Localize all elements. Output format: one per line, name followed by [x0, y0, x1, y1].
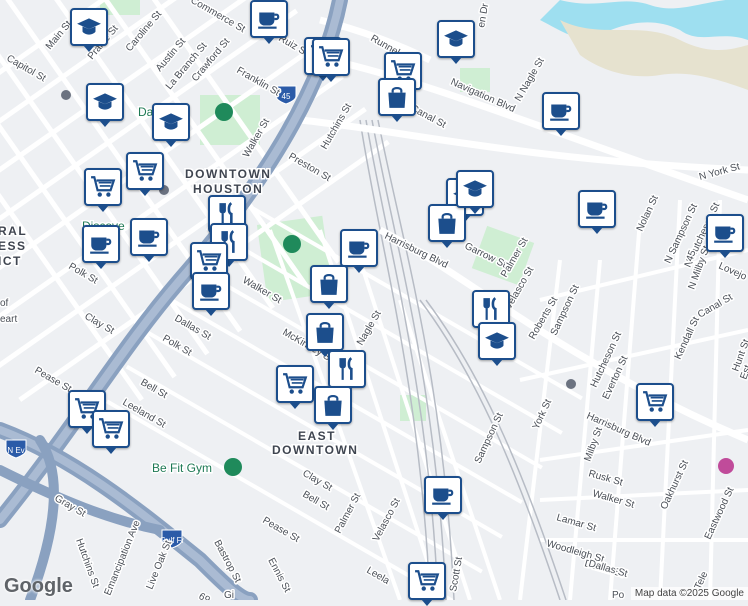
- park-icon: [215, 103, 233, 121]
- map-marker[interactable]: [92, 410, 130, 454]
- coffee-cup-icon: [712, 220, 738, 246]
- coffee-cup-icon: [256, 6, 282, 32]
- coffee-cup-icon: [198, 278, 224, 304]
- graduation-cap-icon: [92, 89, 118, 115]
- map-attribution[interactable]: Map data ©2025 Google: [630, 587, 748, 600]
- shopping-bag-icon: [384, 84, 410, 110]
- map-marker[interactable]: [424, 476, 462, 520]
- shopping-bag-icon: [320, 392, 346, 418]
- fork-knife-icon: [334, 356, 360, 382]
- i45-shield-a-label: N Ev: [7, 446, 24, 455]
- map-marker[interactable]: [456, 170, 494, 214]
- shopping-cart-icon: [414, 568, 440, 594]
- map-marker[interactable]: [542, 92, 580, 136]
- coffee-cup-icon: [136, 224, 162, 250]
- district-label-cut-3: ICT: [0, 254, 22, 268]
- transit-icon[interactable]: [61, 90, 71, 100]
- poi-label-be-fit-gym: Be Fit Gym: [152, 461, 212, 475]
- shopping-cart-icon: [98, 416, 124, 442]
- map-marker[interactable]: [306, 313, 344, 357]
- street-label: of: [0, 298, 9, 309]
- shopping-bag-icon: [312, 319, 338, 345]
- map-marker[interactable]: [276, 365, 314, 409]
- graduation-cap-icon: [443, 26, 469, 52]
- map-marker[interactable]: [340, 229, 378, 273]
- map-marker[interactable]: [478, 322, 516, 366]
- map-marker[interactable]: [86, 83, 124, 127]
- district-label-houston: HOUSTON: [193, 182, 263, 196]
- shopping-cart-icon: [196, 248, 222, 274]
- map-marker[interactable]: [70, 8, 108, 52]
- map-marker[interactable]: [152, 103, 190, 147]
- i69-shield-label: 45: [282, 92, 291, 101]
- district-label-downtown: DOWNTOWN: [185, 167, 271, 181]
- map-marker[interactable]: [706, 214, 744, 258]
- street-label: eart: [0, 314, 17, 325]
- shopping-cart-icon: [642, 389, 668, 415]
- map-marker[interactable]: [378, 78, 416, 122]
- map-marker[interactable]: [130, 218, 168, 262]
- gym-icon: [224, 458, 242, 476]
- map-marker[interactable]: [192, 272, 230, 316]
- coffee-cup-icon: [584, 196, 610, 222]
- graduation-cap-icon: [158, 109, 184, 135]
- coffee-cup-icon: [430, 482, 456, 508]
- map-marker[interactable]: [408, 562, 446, 606]
- shopping-bag-icon: [434, 210, 460, 236]
- graduation-cap-icon: [76, 14, 102, 40]
- lodging-icon[interactable]: [718, 458, 734, 474]
- district-label-cut-2: ESS: [0, 239, 27, 253]
- shopping-cart-icon: [132, 158, 158, 184]
- street-label: Po: [612, 590, 625, 600]
- shopping-bag-icon: [316, 271, 342, 297]
- coffee-cup-icon: [88, 231, 114, 257]
- map-marker[interactable]: [636, 383, 674, 427]
- shopping-cart-icon: [90, 174, 116, 200]
- map-marker[interactable]: [126, 152, 164, 196]
- map-marker[interactable]: [437, 20, 475, 64]
- graduation-cap-icon: [484, 328, 510, 354]
- map-marker[interactable]: [312, 38, 350, 82]
- district-label-east-downtown: DOWNTOWN: [272, 443, 358, 457]
- transit-icon[interactable]: [566, 379, 576, 389]
- map-marker[interactable]: [250, 0, 288, 44]
- shopping-cart-icon: [318, 44, 344, 70]
- street-label: Gi: [224, 590, 234, 600]
- map-marker[interactable]: [314, 386, 352, 430]
- map-marker[interactable]: [82, 225, 120, 269]
- map-marker[interactable]: [84, 168, 122, 212]
- map-marker[interactable]: [578, 190, 616, 234]
- map-marker[interactable]: [328, 350, 366, 394]
- graduation-cap-icon: [462, 176, 488, 202]
- map-marker[interactable]: [310, 265, 348, 309]
- district-label-cut-1: RAL: [0, 224, 27, 238]
- google-logo: Google: [4, 575, 73, 597]
- shopping-cart-icon: [282, 371, 308, 397]
- fork-knife-icon: [478, 296, 504, 322]
- park-icon: [283, 235, 301, 253]
- coffee-cup-icon: [346, 235, 372, 261]
- map-marker[interactable]: [428, 204, 466, 248]
- district-label-east: EAST: [298, 429, 336, 443]
- coffee-cup-icon: [548, 98, 574, 124]
- poi-be-fit-gym[interactable]: Be Fit Gym: [151, 458, 242, 477]
